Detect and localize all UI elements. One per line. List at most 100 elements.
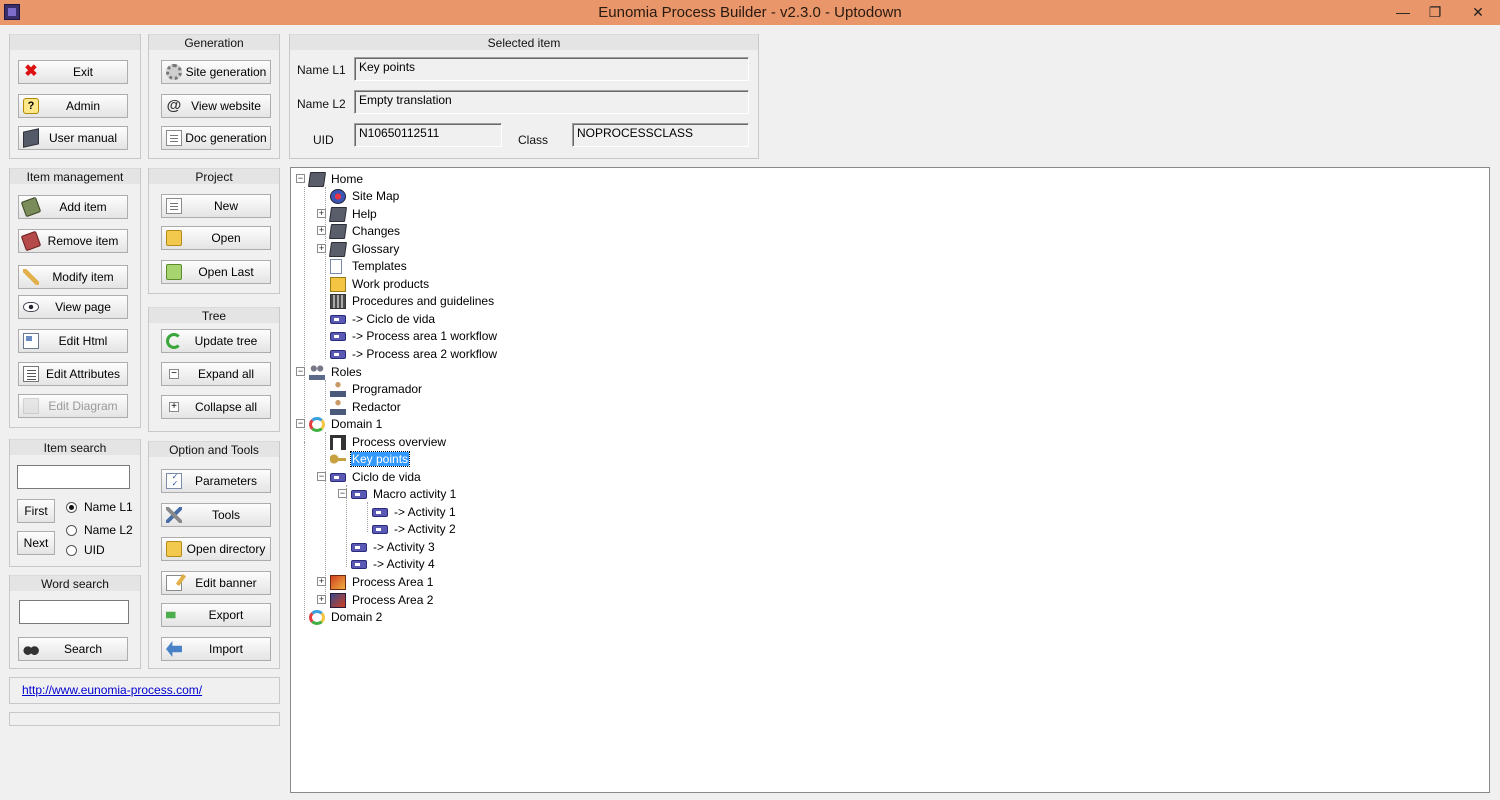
minimize-button[interactable]: — — [1386, 0, 1420, 25]
folder-open-icon — [166, 230, 182, 246]
tree-expander[interactable]: + — [317, 595, 326, 604]
tree-node-label-selected[interactable]: Key points — [349, 451, 411, 467]
tree-node-label[interactable]: Templates — [351, 259, 408, 273]
exit-button[interactable]: ✖ Exit — [18, 60, 128, 84]
tree-node-label[interactable]: Domain 2 — [330, 610, 383, 624]
doc-generation-button[interactable]: Doc generation — [161, 126, 271, 150]
process-area-icon — [330, 575, 346, 590]
tree-node-label[interactable]: -> Activity 1 — [393, 505, 457, 519]
tree-node-label[interactable]: -> Process area 2 workflow — [351, 347, 498, 361]
tree-node-label[interactable]: Domain 1 — [330, 417, 383, 431]
radio-dot[interactable] — [66, 525, 77, 536]
window-title: Eunomia Process Builder - v2.3.0 - Uptod… — [598, 4, 902, 21]
project-tree[interactable]: − Home Site Map + Help + Changes + Gloss… — [290, 167, 1490, 793]
view-website-button[interactable]: @ View website — [161, 94, 271, 118]
link-arrow-icon — [330, 315, 346, 324]
maximize-button[interactable]: ❐ — [1418, 0, 1452, 25]
tree-node-label[interactable]: -> Activity 4 — [372, 557, 436, 571]
tree-expander[interactable]: − — [296, 367, 305, 376]
new-project-button[interactable]: New — [161, 194, 271, 218]
user-manual-button[interactable]: User manual — [18, 126, 128, 150]
add-item-button[interactable]: Add item — [18, 195, 128, 219]
tree-node-label[interactable]: Redactor — [351, 400, 402, 414]
next-button[interactable]: Next — [17, 531, 55, 555]
link-arrow-icon — [351, 560, 367, 569]
link-arrow-icon — [351, 543, 367, 552]
update-tree-button[interactable]: Update tree — [161, 329, 271, 353]
radio-dot[interactable] — [66, 545, 77, 556]
tree-expander[interactable]: + — [317, 226, 326, 235]
radio-name-l1[interactable]: Name L1 — [66, 500, 136, 516]
item-search-header: Item search — [10, 439, 140, 455]
view-page-button[interactable]: View page — [18, 295, 128, 319]
tree-node-label[interactable]: Changes — [351, 224, 401, 238]
edit-banner-button[interactable]: Edit banner — [161, 571, 271, 595]
folder-icon — [166, 541, 182, 557]
open-last-label: Open Last — [198, 265, 254, 279]
tree-node-label[interactable]: Procedures and guidelines — [351, 294, 495, 308]
class-field[interactable]: NOPROCESSCLASS — [572, 123, 749, 147]
tree-node-label[interactable]: -> Process area 1 workflow — [351, 329, 498, 343]
word-search-input[interactable] — [19, 600, 129, 624]
modify-item-button[interactable]: Modify item — [18, 265, 128, 289]
tree-node-label[interactable]: -> Ciclo de vida — [351, 312, 436, 326]
site-generation-label: Site generation — [185, 65, 267, 79]
website-link[interactable]: http://www.eunomia-process.com/ — [22, 683, 202, 697]
tree-expander[interactable]: + — [317, 577, 326, 586]
tree-node-label[interactable]: Process Area 2 — [351, 593, 434, 607]
tree-node-label[interactable]: Programador — [351, 382, 423, 396]
tree-node-label[interactable]: -> Activity 2 — [393, 522, 457, 536]
tree-node-label[interactable]: Home — [330, 172, 364, 186]
admin-button[interactable]: ? Admin — [18, 94, 128, 118]
uid-field[interactable]: N10650112511 — [354, 123, 502, 147]
tree-expander[interactable]: − — [296, 419, 305, 428]
tools-button[interactable]: Tools — [161, 503, 271, 527]
open-last-button[interactable]: Open Last — [161, 260, 271, 284]
import-button[interactable]: Import — [161, 637, 271, 661]
collapse-all-button[interactable]: + Collapse all — [161, 395, 271, 419]
parameters-button[interactable]: Parameters — [161, 469, 271, 493]
site-generation-button[interactable]: Site generation — [161, 60, 271, 84]
tree-node-label[interactable]: Process overview — [351, 435, 447, 449]
tree-expander[interactable]: − — [338, 489, 347, 498]
search-button[interactable]: Search — [18, 637, 128, 661]
tree-node-label[interactable]: Site Map — [351, 189, 400, 203]
project-header: Project — [149, 168, 279, 184]
expand-all-button[interactable]: − Expand all — [161, 362, 271, 386]
title-bar: Eunomia Process Builder - v2.3.0 - Uptod… — [0, 0, 1500, 25]
tree-node-label[interactable]: Glossary — [351, 242, 400, 256]
remove-item-button[interactable]: Remove item — [18, 229, 128, 253]
edit-html-button[interactable]: Edit Html — [18, 329, 128, 353]
tree-node-label[interactable]: -> Activity 3 — [372, 540, 436, 554]
tree-node-label[interactable]: Roles — [330, 365, 363, 379]
name-l2-field[interactable]: Empty translation — [354, 90, 749, 114]
link-arrow-icon — [330, 332, 346, 341]
tree-expander[interactable]: − — [296, 174, 305, 183]
process-area-icon — [330, 593, 346, 608]
tree-expander[interactable]: + — [317, 209, 326, 218]
name-l1-field[interactable]: Key points — [354, 57, 749, 81]
tree-node-label[interactable]: Work products — [351, 277, 430, 291]
tree-expander[interactable]: − — [317, 472, 326, 481]
word-search-header: Word search — [10, 575, 140, 591]
edit-diagram-button[interactable]: Edit Diagram — [18, 394, 128, 418]
modify-item-label: Modify item — [52, 270, 114, 284]
open-project-button[interactable]: Open — [161, 226, 271, 250]
tree-expander[interactable]: + — [317, 244, 326, 253]
open-directory-button[interactable]: Open directory — [161, 537, 271, 561]
tree-node-label[interactable]: Macro activity 1 — [372, 487, 457, 501]
first-button[interactable]: First — [17, 499, 55, 523]
edit-attributes-button[interactable]: Edit Attributes — [18, 362, 128, 386]
uid-label: UID — [313, 133, 334, 147]
remove-tag-icon — [20, 230, 42, 252]
radio-name-l2[interactable]: Name L2 — [66, 523, 136, 539]
radio-uid[interactable]: UID — [66, 543, 136, 559]
tree-node-label[interactable]: Help — [351, 207, 378, 221]
item-search-input[interactable] — [17, 465, 130, 489]
export-button[interactable]: Export — [161, 603, 271, 627]
close-window-button[interactable]: ✕ — [1456, 0, 1500, 25]
tree-node-label[interactable]: Ciclo de vida — [351, 470, 422, 484]
tree-node-label[interactable]: Process Area 1 — [351, 575, 434, 589]
radio-dot[interactable] — [66, 502, 77, 513]
view-website-label: View website — [191, 99, 261, 113]
